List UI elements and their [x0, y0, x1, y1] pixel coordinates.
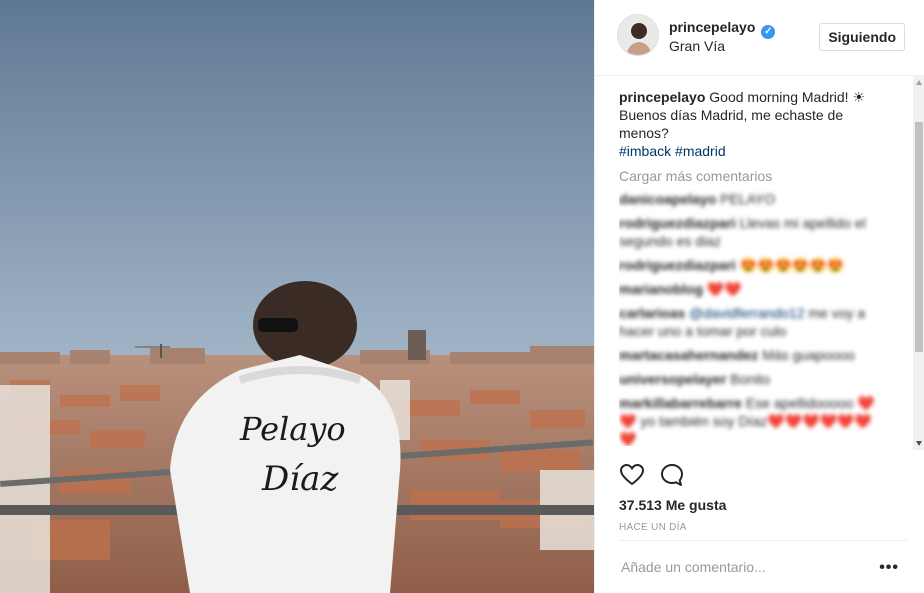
- username-text[interactable]: princepelayo: [669, 19, 755, 35]
- verified-badge-icon: ✓: [761, 25, 776, 39]
- comment-user[interactable]: rodriguezdiazpari: [619, 215, 736, 231]
- scrollbar-thumb[interactable]: [915, 122, 923, 352]
- following-button[interactable]: Siguiendo: [819, 23, 905, 51]
- avatar[interactable]: [617, 14, 659, 56]
- heart-icon[interactable]: [619, 462, 645, 488]
- comments-list: princepelayo Good morning Madrid! ☀ Buen…: [619, 88, 889, 446]
- post-username[interactable]: princepelayo ✓: [669, 19, 776, 39]
- post-caption: princepelayo Good morning Madrid! ☀ Buen…: [619, 88, 889, 160]
- hashtag-imback[interactable]: #imback: [619, 143, 671, 159]
- scroll-up-arrow-icon[interactable]: [916, 80, 922, 85]
- comment-row: marianoblog ❤️❤️: [619, 280, 889, 298]
- comment-text: 😍😍😍😍😍😍: [739, 257, 845, 273]
- comment-text: Más guapoooo: [762, 347, 855, 363]
- comment-text: ❤️❤️: [706, 281, 742, 297]
- more-options-icon[interactable]: •••: [879, 559, 899, 577]
- comment-user[interactable]: carlarioas: [619, 305, 685, 321]
- comment-user[interactable]: danicoapelayo: [619, 191, 716, 207]
- comment-row: universopelayer Bonito: [619, 370, 889, 388]
- comment-user[interactable]: markillabarrebarre: [619, 395, 742, 411]
- load-more-comments-button[interactable]: Cargar más comentarios: [619, 168, 889, 184]
- comment-user[interactable]: martacasahernandez: [619, 347, 758, 363]
- comment-row: carlarioas @davidferrando12 me voy a hac…: [619, 304, 889, 340]
- caption-line2: Buenos días Madrid, me echaste de menos?: [619, 107, 844, 141]
- caption-username[interactable]: princepelayo: [619, 89, 705, 105]
- post-side-panel: princepelayo ✓ Gran Vía Siguiendo princep…: [594, 0, 924, 593]
- post-actions: [619, 462, 695, 493]
- comment-user[interactable]: marianoblog: [619, 281, 703, 297]
- comment-row: martacasahernandez Más guapoooo: [619, 346, 889, 364]
- comment-row: markillabarrebarre Ese apellidooooo ❤️❤️…: [619, 394, 889, 446]
- post-header: princepelayo ✓ Gran Vía Siguiendo: [595, 0, 924, 76]
- comment-row: danicoapelayo PELAYO: [619, 190, 889, 208]
- robe-text-line2: Díaz: [261, 459, 339, 499]
- post-timestamp[interactable]: HACE UN DÍA: [619, 522, 687, 533]
- comment-input[interactable]: [619, 555, 863, 579]
- hashtag-madrid[interactable]: #madrid: [675, 143, 726, 159]
- add-comment-bar: •••: [619, 540, 907, 593]
- post-location[interactable]: Gran Vía: [669, 38, 725, 54]
- comment-row: rodriguezdiazpari 😍😍😍😍😍😍: [619, 256, 889, 274]
- likes-count[interactable]: 37.513 Me gusta: [619, 497, 726, 513]
- comment-user[interactable]: rodriguezdiazpari: [619, 257, 736, 273]
- comment-icon[interactable]: [659, 462, 685, 488]
- scroll-down-arrow-icon[interactable]: [916, 441, 922, 446]
- comment-mention[interactable]: @davidferrando12: [689, 305, 804, 321]
- comment-text: PELAYO: [720, 191, 776, 207]
- comments-scrollbar[interactable]: [913, 76, 924, 450]
- comment-row: rodriguezdiazpari Llevas mi apellido el …: [619, 214, 889, 250]
- comment-user[interactable]: universopelayer: [619, 371, 726, 387]
- robe-text-line1: Pelayo: [239, 410, 346, 448]
- caption-line1: Good morning Madrid! ☀: [709, 89, 865, 105]
- post-photo[interactable]: Pelayo Díaz: [0, 0, 594, 593]
- comment-text: Bonito: [730, 371, 770, 387]
